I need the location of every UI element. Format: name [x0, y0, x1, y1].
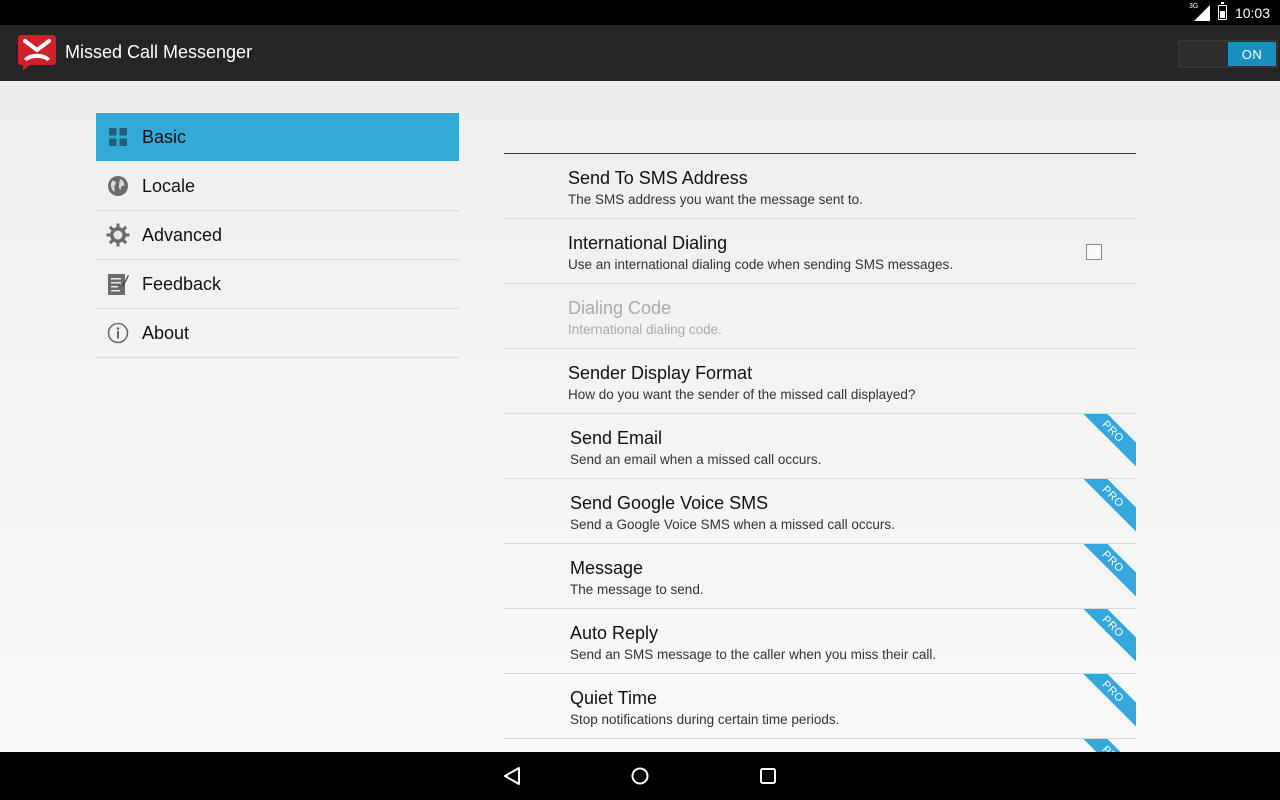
- pref-summary: The message to send.: [570, 582, 704, 597]
- info-icon: [106, 321, 130, 345]
- master-switch[interactable]: ON: [1178, 40, 1278, 68]
- pref-message[interactable]: Message The message to send. PRO: [504, 544, 1136, 609]
- international-dialing-checkbox[interactable]: [1086, 244, 1102, 260]
- pro-badge: PRO: [1075, 544, 1136, 600]
- home-icon[interactable]: [628, 764, 652, 788]
- header-label: Advanced: [142, 224, 223, 245]
- pref-title: Message: [570, 558, 644, 578]
- header-item-feedback[interactable]: Feedback: [96, 260, 459, 309]
- grid-icon: [106, 125, 130, 149]
- navigation-bar: [0, 752, 1280, 800]
- feedback-icon: [106, 272, 130, 296]
- pref-send-email[interactable]: Send Email Send an email when a missed c…: [504, 414, 1136, 479]
- pref-next-partial[interactable]: PRO: [504, 739, 1136, 752]
- missed-call-logo-icon[interactable]: [17, 34, 57, 72]
- pref-dialing-code: Dialing Code International dialing code.: [504, 284, 1136, 349]
- pref-summary: The SMS address you want the message sen…: [568, 192, 863, 207]
- preference-headers: Basic Locale Advanced Feedback About: [96, 113, 459, 358]
- header-item-advanced[interactable]: Advanced: [96, 211, 459, 260]
- pref-title: Send Email: [570, 428, 663, 448]
- action-bar: Missed Call Messenger ON: [0, 25, 1280, 81]
- header-label: Basic: [142, 126, 187, 147]
- preferences-list: Send To SMS Address The SMS address you …: [504, 153, 1136, 752]
- gear-icon: [106, 223, 130, 247]
- pro-badge: PRO: [1075, 479, 1136, 535]
- recents-icon[interactable]: [756, 764, 780, 788]
- settings-content: Basic Locale Advanced Feedback About Sen…: [0, 81, 1280, 752]
- pref-summary: Send an email when a missed call occurs.: [570, 452, 822, 467]
- pref-send-google-voice-sms[interactable]: Send Google Voice SMS Send a Google Voic…: [504, 479, 1136, 544]
- switch-on-label: ON: [1228, 42, 1276, 66]
- pref-title: Dialing Code: [568, 298, 672, 318]
- network-type-label: 3G: [1188, 2, 1199, 10]
- pref-title: Sender Display Format: [568, 363, 753, 383]
- pref-international-dialing[interactable]: International Dialing Use an internation…: [504, 219, 1136, 284]
- header-item-locale[interactable]: Locale: [96, 162, 459, 211]
- app-title: Missed Call Messenger: [65, 42, 253, 62]
- pref-sender-display-format[interactable]: Sender Display Format How do you want th…: [504, 349, 1136, 414]
- pref-auto-reply[interactable]: Auto Reply Send an SMS message to the ca…: [504, 609, 1136, 674]
- pref-summary: Send an SMS message to the caller when y…: [570, 647, 937, 662]
- pref-title: International Dialing: [568, 233, 728, 253]
- pref-title: Send To SMS Address: [568, 168, 748, 188]
- pro-badge: PRO: [1075, 739, 1136, 752]
- header-label: About: [142, 322, 190, 343]
- pro-badge: PRO: [1075, 414, 1136, 470]
- pref-summary: Use an international dialing code when s…: [568, 257, 953, 272]
- pref-title: Quiet Time: [570, 688, 658, 708]
- header-label: Locale: [142, 175, 196, 196]
- clock: 10:03: [1234, 4, 1270, 21]
- back-icon[interactable]: [500, 764, 524, 788]
- pref-summary: Send a Google Voice SMS when a missed ca…: [570, 517, 895, 532]
- pref-summary: How do you want the sender of the missed…: [568, 387, 916, 402]
- battery-icon: [1217, 2, 1227, 20]
- header-item-basic[interactable]: Basic: [96, 113, 459, 161]
- pref-quiet-time[interactable]: Quiet Time Stop notifications during cer…: [504, 674, 1136, 739]
- pref-send-to-sms-address[interactable]: Send To SMS Address The SMS address you …: [504, 154, 1136, 219]
- header-label: Feedback: [142, 273, 222, 294]
- signal-3g-icon: 3G: [1188, 2, 1210, 21]
- pro-badge: PRO: [1075, 674, 1136, 730]
- header-item-about[interactable]: About: [96, 309, 459, 358]
- pref-summary: International dialing code.: [568, 322, 722, 337]
- pref-title: Send Google Voice SMS: [570, 493, 769, 513]
- pref-title: Auto Reply: [570, 623, 659, 643]
- pro-badge: PRO: [1075, 609, 1136, 665]
- pref-summary: Stop notifications during certain time p…: [570, 712, 840, 727]
- globe-icon: [106, 174, 130, 198]
- status-icons: 3G 10:03: [1188, 0, 1270, 25]
- status-bar: 3G 10:03: [0, 0, 1280, 25]
